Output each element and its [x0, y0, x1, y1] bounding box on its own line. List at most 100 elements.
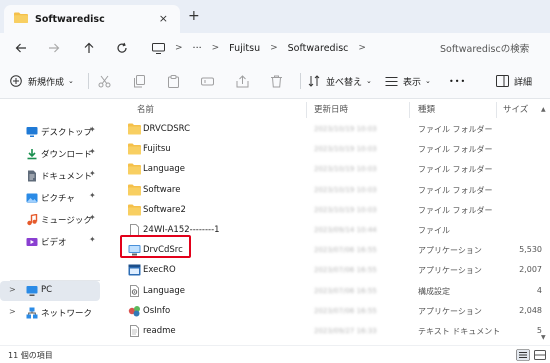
forward-button[interactable]: [45, 39, 63, 57]
file-type: ファイル フォルダー: [418, 145, 493, 155]
file-size: 5: [536, 326, 542, 335]
details-button[interactable]: 詳細: [496, 71, 532, 91]
paste-button[interactable]: [167, 71, 180, 91]
breadcrumb-softwaredisc[interactable]: Softwaredisc: [288, 43, 349, 54]
up-button[interactable]: [80, 39, 98, 57]
desktop-icon: [26, 127, 38, 137]
tab-close-button[interactable]: ×: [159, 12, 168, 25]
trash-icon: [271, 75, 282, 87]
refresh-button[interactable]: [113, 39, 131, 57]
file-name: DRVCDSRC: [143, 124, 191, 134]
column-divider: [409, 102, 410, 118]
file-row[interactable]: Language 2023/07/06 16:55 構成設定 4: [106, 281, 550, 301]
file-date: 2023/07/06 16:55: [314, 246, 377, 255]
file-row[interactable]: Software 2023/10/19 10:03 ファイル フォルダー: [106, 180, 550, 200]
toolbar-divider: [88, 73, 89, 89]
monitor-icon: [152, 42, 165, 54]
column-header-date[interactable]: 更新日時: [314, 100, 348, 118]
scroll-up-icon[interactable]: ▲: [541, 106, 546, 113]
pin-icon: ✦: [89, 213, 96, 222]
status-bar: 11 個の項目: [0, 345, 550, 363]
view-button[interactable]: 表示 ⌄: [385, 71, 431, 91]
file-date: 2023/07/06 16:55: [314, 306, 377, 315]
column-header-type[interactable]: 種類: [418, 100, 435, 118]
highlight-box: [120, 235, 191, 258]
sidebar-item-desktop[interactable]: デスクトップ ✦: [0, 122, 100, 142]
sidebar-item-network[interactable]: > ネットワーク: [0, 303, 100, 323]
search-input[interactable]: Softwarediscの検索: [430, 37, 548, 59]
sidebar-item-label: ドキュメント: [41, 172, 93, 182]
more-options-button[interactable]: •••: [449, 71, 466, 91]
video-icon: [26, 238, 38, 246]
sidebar-item-music[interactable]: ミュージック ✦: [0, 210, 100, 230]
file-date: 2023/09/14 10:44: [314, 226, 377, 234]
scroll-down-icon[interactable]: ▼: [541, 334, 546, 341]
column-header-name[interactable]: 名前: [137, 100, 154, 118]
new-tab-button[interactable]: +: [188, 8, 200, 24]
sidebar-item-label: ダウンロード: [41, 150, 93, 160]
arrow-right-icon: [49, 43, 60, 53]
new-button[interactable]: 新規作成 ⌄: [10, 71, 74, 91]
file-type: ファイル フォルダー: [418, 205, 493, 215]
file-type: アプリケーション: [418, 266, 482, 276]
network-icon: [26, 307, 38, 319]
file-name: Language: [143, 164, 185, 175]
sidebar-item-pictures[interactable]: ピクチャ ✦: [0, 188, 100, 208]
navigation-pane: デスクトップ ✦ ダウンロード ✦ ドキュメント ✦ ピクチャ ✦ ミュージック…: [0, 100, 106, 345]
copy-button[interactable]: [133, 71, 146, 91]
file-size: 2,007: [519, 265, 542, 275]
file-list: 名前 更新日時 種類 サイズ DRVCDSRC 2023/10/19 10:03 フ…: [106, 100, 550, 345]
file-row[interactable]: readme 2023/09/27 16:33 テキスト ドキュメント 5: [106, 321, 550, 341]
file-date: 2023/10/19 10:03: [314, 185, 377, 194]
sort-button-label: 並べ替え: [326, 77, 363, 88]
breadcrumb-separator: >: [358, 43, 366, 53]
delete-button[interactable]: [270, 71, 283, 91]
column-header-size[interactable]: サイズ: [503, 100, 528, 118]
sidebar-item-documents[interactable]: ドキュメント ✦: [0, 166, 100, 186]
breadcrumb-separator: >: [270, 43, 278, 53]
file-size: 2,048: [519, 305, 542, 315]
sidebar-item-pc[interactable]: > PC: [0, 281, 100, 301]
file-date: 2023/10/19 10:03: [314, 205, 377, 214]
tab-title: Softwaredisc: [35, 13, 105, 25]
expand-chevron-icon[interactable]: >: [9, 285, 16, 294]
file-type: アプリケーション: [418, 306, 482, 316]
breadcrumb-separator: >: [211, 43, 220, 53]
item-count: 11 個の項目: [8, 351, 53, 360]
tiles-view-icon[interactable]: [533, 349, 547, 361]
file-type: アプリケーション: [418, 246, 482, 256]
chevron-down-icon: ⌄: [366, 77, 372, 85]
arrow-left-icon: [15, 43, 26, 53]
file-row[interactable]: OsInfo 2023/07/06 16:55 アプリケーション 2,048: [106, 301, 550, 321]
vertical-scrollbar[interactable]: ▲ ▼: [541, 100, 549, 345]
file-date: 2023/10/19 10:03: [314, 125, 377, 133]
view-list-icon: [385, 76, 398, 86]
cut-button[interactable]: [98, 71, 111, 91]
sidebar-item-videos[interactable]: ビデオ ✦: [0, 232, 100, 252]
folder-icon: [14, 12, 28, 26]
breadcrumb-more[interactable]: ···: [193, 43, 202, 54]
address-bar[interactable]: > ··· > Fujitsu > Softwaredisc >: [144, 37, 424, 59]
file-row[interactable]: DRVCDSRC 2023/10/19 10:03 ファイル フォルダー: [106, 119, 550, 139]
file-row[interactable]: Software2 2023/10/19 10:03 ファイル フォルダー: [106, 200, 550, 220]
share-icon: [236, 74, 249, 87]
back-button[interactable]: [12, 39, 30, 57]
pin-icon: ✦: [89, 191, 96, 200]
sort-button[interactable]: 並べ替え ⌄: [308, 71, 372, 91]
plus-circle-icon: [10, 75, 22, 87]
file-row[interactable]: Language 2023/10/19 10:03 ファイル フォルダー: [106, 159, 550, 179]
sidebar-item-downloads[interactable]: ダウンロード ✦: [0, 144, 100, 164]
share-button[interactable]: [236, 71, 249, 91]
expand-chevron-icon[interactable]: >: [9, 307, 16, 316]
file-row[interactable]: Fujitsu 2023/10/19 10:03 ファイル フォルダー: [106, 139, 550, 159]
tab-softwaredisc[interactable]: Softwaredisc ×: [4, 5, 180, 33]
clipboard-icon: [168, 74, 179, 88]
breadcrumb-fujitsu[interactable]: Fujitsu: [229, 43, 260, 54]
details-view-icon[interactable]: [516, 349, 530, 361]
new-button-label: 新規作成: [28, 77, 65, 88]
file-row[interactable]: ExecRO 2023/07/06 16:55 アプリケーション 2,007: [106, 260, 550, 280]
rename-button[interactable]: [201, 71, 214, 91]
scissors-icon: [98, 75, 111, 87]
file-date: 2023/09/27 16:33: [314, 327, 377, 335]
sidebar-item-label: ピクチャ: [41, 194, 75, 204]
